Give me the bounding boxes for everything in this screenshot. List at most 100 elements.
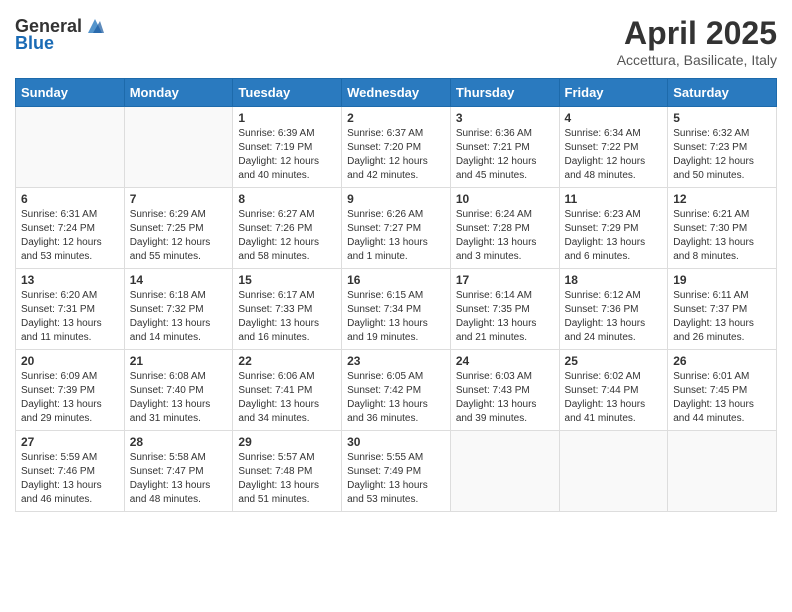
calendar-cell: 23Sunrise: 6:05 AMSunset: 7:42 PMDayligh… (342, 350, 451, 431)
calendar-cell: 16 Sunrise: 6:15 AMSunset: 7:34 PMDayligh… (342, 269, 451, 350)
title-block: April 2025 Accettura, Basilicate, Italy (617, 15, 777, 68)
day-number: 14 (130, 273, 228, 287)
calendar-cell: 15 Sunrise: 6:17 AMSunset: 7:33 PMDayligh… (233, 269, 342, 350)
col-header-thursday: Thursday (450, 79, 559, 107)
day-number: 4 (565, 111, 663, 125)
day-number: 27 (21, 435, 119, 449)
calendar-cell: 10 Sunrise: 6:24 AMSunset: 7:28 PMDayligh… (450, 188, 559, 269)
calendar-cell: 13 Sunrise: 6:20 AMSunset: 7:31 PMDayligh… (16, 269, 125, 350)
cell-info: Sunrise: 6:37 AMSunset: 7:20 PMDaylight:… (347, 127, 445, 183)
day-number: 28 (130, 435, 228, 449)
cell-info: Sunrise: 6:11 AMSunset: 7:37 PMDaylight:… (673, 289, 771, 345)
day-number: 10 (456, 192, 554, 206)
calendar-week-row: 1 Sunrise: 6:39 AMSunset: 7:19 PMDaylight… (16, 107, 777, 188)
location-title: Accettura, Basilicate, Italy (617, 52, 777, 68)
cell-info: Sunrise: 6:17 AMSunset: 7:33 PMDaylight:… (238, 289, 336, 345)
day-number: 5 (673, 111, 771, 125)
calendar-cell: 7Sunrise: 6:29 AMSunset: 7:25 PMDaylight… (124, 188, 233, 269)
calendar-cell: 21 Sunrise: 6:08 AMSunset: 7:40 PMDayligh… (124, 350, 233, 431)
calendar-cell: 20Sunrise: 6:09 AMSunset: 7:39 PMDayligh… (16, 350, 125, 431)
col-header-wednesday: Wednesday (342, 79, 451, 107)
col-header-tuesday: Tuesday (233, 79, 342, 107)
day-number: 16 (347, 273, 445, 287)
calendar-cell: 22 Sunrise: 6:06 AMSunset: 7:41 PMDayligh… (233, 350, 342, 431)
calendar-cell (124, 107, 233, 188)
col-header-monday: Monday (124, 79, 233, 107)
cell-info: Sunrise: 6:12 AMSunset: 7:36 PMDaylight:… (565, 289, 663, 345)
calendar-cell: 30 Sunrise: 5:55 AMSunset: 7:49 PMDayligh… (342, 431, 451, 512)
calendar-cell: 14 Sunrise: 6:18 AMSunset: 7:32 PMDayligh… (124, 269, 233, 350)
day-number: 21 (130, 354, 228, 368)
calendar-week-row: 27Sunrise: 5:59 AMSunset: 7:46 PMDayligh… (16, 431, 777, 512)
day-number: 12 (673, 192, 771, 206)
calendar-cell (668, 431, 777, 512)
cell-info: Sunrise: 6:09 AMSunset: 7:39 PMDaylight:… (21, 370, 119, 426)
col-header-saturday: Saturday (668, 79, 777, 107)
cell-info: Sunrise: 6:18 AMSunset: 7:32 PMDaylight:… (130, 289, 228, 345)
cell-info: Sunrise: 6:15 AMSunset: 7:34 PMDaylight:… (347, 289, 445, 345)
calendar-cell: 8 Sunrise: 6:27 AMSunset: 7:26 PMDaylight… (233, 188, 342, 269)
calendar-cell: 27Sunrise: 5:59 AMSunset: 7:46 PMDayligh… (16, 431, 125, 512)
cell-info: Sunrise: 6:26 AMSunset: 7:27 PMDaylight:… (347, 208, 445, 264)
logo-blue: Blue (15, 33, 54, 54)
calendar-cell: 18 Sunrise: 6:12 AMSunset: 7:36 PMDayligh… (559, 269, 668, 350)
cell-info: Sunrise: 6:34 AMSunset: 7:22 PMDaylight:… (565, 127, 663, 183)
calendar-cell: 2 Sunrise: 6:37 AMSunset: 7:20 PMDaylight… (342, 107, 451, 188)
cell-info: Sunrise: 6:32 AMSunset: 7:23 PMDaylight:… (673, 127, 771, 183)
day-number: 18 (565, 273, 663, 287)
cell-info: Sunrise: 5:55 AMSunset: 7:49 PMDaylight:… (347, 451, 445, 507)
day-number: 30 (347, 435, 445, 449)
cell-info: Sunrise: 6:21 AMSunset: 7:30 PMDaylight:… (673, 208, 771, 264)
calendar-cell: 26 Sunrise: 6:01 AMSunset: 7:45 PMDayligh… (668, 350, 777, 431)
page-header: General Blue April 2025 Accettura, Basil… (15, 15, 777, 68)
cell-info: Sunrise: 5:57 AMSunset: 7:48 PMDaylight:… (238, 451, 336, 507)
cell-info: Sunrise: 6:02 AMSunset: 7:44 PMDaylight:… (565, 370, 663, 426)
calendar-cell: 4 Sunrise: 6:34 AMSunset: 7:22 PMDaylight… (559, 107, 668, 188)
day-number: 6 (21, 192, 119, 206)
day-number: 8 (238, 192, 336, 206)
cell-info: Sunrise: 6:05 AMSunset: 7:42 PMDaylight:… (347, 370, 445, 426)
cell-info: Sunrise: 6:36 AMSunset: 7:21 PMDaylight:… (456, 127, 554, 183)
cell-info: Sunrise: 6:39 AMSunset: 7:19 PMDaylight:… (238, 127, 336, 183)
calendar-cell: 19 Sunrise: 6:11 AMSunset: 7:37 PMDayligh… (668, 269, 777, 350)
day-number: 3 (456, 111, 554, 125)
calendar-cell (559, 431, 668, 512)
day-number: 29 (238, 435, 336, 449)
calendar-week-row: 6Sunrise: 6:31 AMSunset: 7:24 PMDaylight… (16, 188, 777, 269)
logo: General Blue (15, 15, 106, 54)
day-number: 1 (238, 111, 336, 125)
calendar-header-row: SundayMondayTuesdayWednesdayThursdayFrid… (16, 79, 777, 107)
cell-info: Sunrise: 6:24 AMSunset: 7:28 PMDaylight:… (456, 208, 554, 264)
day-number: 19 (673, 273, 771, 287)
cell-info: Sunrise: 6:03 AMSunset: 7:43 PMDaylight:… (456, 370, 554, 426)
cell-info: Sunrise: 5:58 AMSunset: 7:47 PMDaylight:… (130, 451, 228, 507)
logo-icon (84, 15, 106, 37)
day-number: 26 (673, 354, 771, 368)
day-number: 9 (347, 192, 445, 206)
cell-info: Sunrise: 6:23 AMSunset: 7:29 PMDaylight:… (565, 208, 663, 264)
day-number: 15 (238, 273, 336, 287)
calendar-week-row: 20Sunrise: 6:09 AMSunset: 7:39 PMDayligh… (16, 350, 777, 431)
cell-info: Sunrise: 6:06 AMSunset: 7:41 PMDaylight:… (238, 370, 336, 426)
day-number: 25 (565, 354, 663, 368)
day-number: 24 (456, 354, 554, 368)
calendar-cell (16, 107, 125, 188)
day-number: 2 (347, 111, 445, 125)
cell-info: Sunrise: 6:20 AMSunset: 7:31 PMDaylight:… (21, 289, 119, 345)
day-number: 22 (238, 354, 336, 368)
calendar-cell: 6Sunrise: 6:31 AMSunset: 7:24 PMDaylight… (16, 188, 125, 269)
calendar-cell: 24 Sunrise: 6:03 AMSunset: 7:43 PMDayligh… (450, 350, 559, 431)
day-number: 13 (21, 273, 119, 287)
calendar-cell: 29 Sunrise: 5:57 AMSunset: 7:48 PMDayligh… (233, 431, 342, 512)
cell-info: Sunrise: 6:29 AMSunset: 7:25 PMDaylight:… (130, 208, 228, 264)
calendar-cell: 5 Sunrise: 6:32 AMSunset: 7:23 PMDaylight… (668, 107, 777, 188)
calendar-cell: 1 Sunrise: 6:39 AMSunset: 7:19 PMDaylight… (233, 107, 342, 188)
calendar-table: SundayMondayTuesdayWednesdayThursdayFrid… (15, 78, 777, 512)
cell-info: Sunrise: 6:08 AMSunset: 7:40 PMDaylight:… (130, 370, 228, 426)
calendar-week-row: 13 Sunrise: 6:20 AMSunset: 7:31 PMDayligh… (16, 269, 777, 350)
calendar-cell: 12 Sunrise: 6:21 AMSunset: 7:30 PMDayligh… (668, 188, 777, 269)
col-header-friday: Friday (559, 79, 668, 107)
cell-info: Sunrise: 6:01 AMSunset: 7:45 PMDaylight:… (673, 370, 771, 426)
calendar-cell (450, 431, 559, 512)
cell-info: Sunrise: 6:27 AMSunset: 7:26 PMDaylight:… (238, 208, 336, 264)
